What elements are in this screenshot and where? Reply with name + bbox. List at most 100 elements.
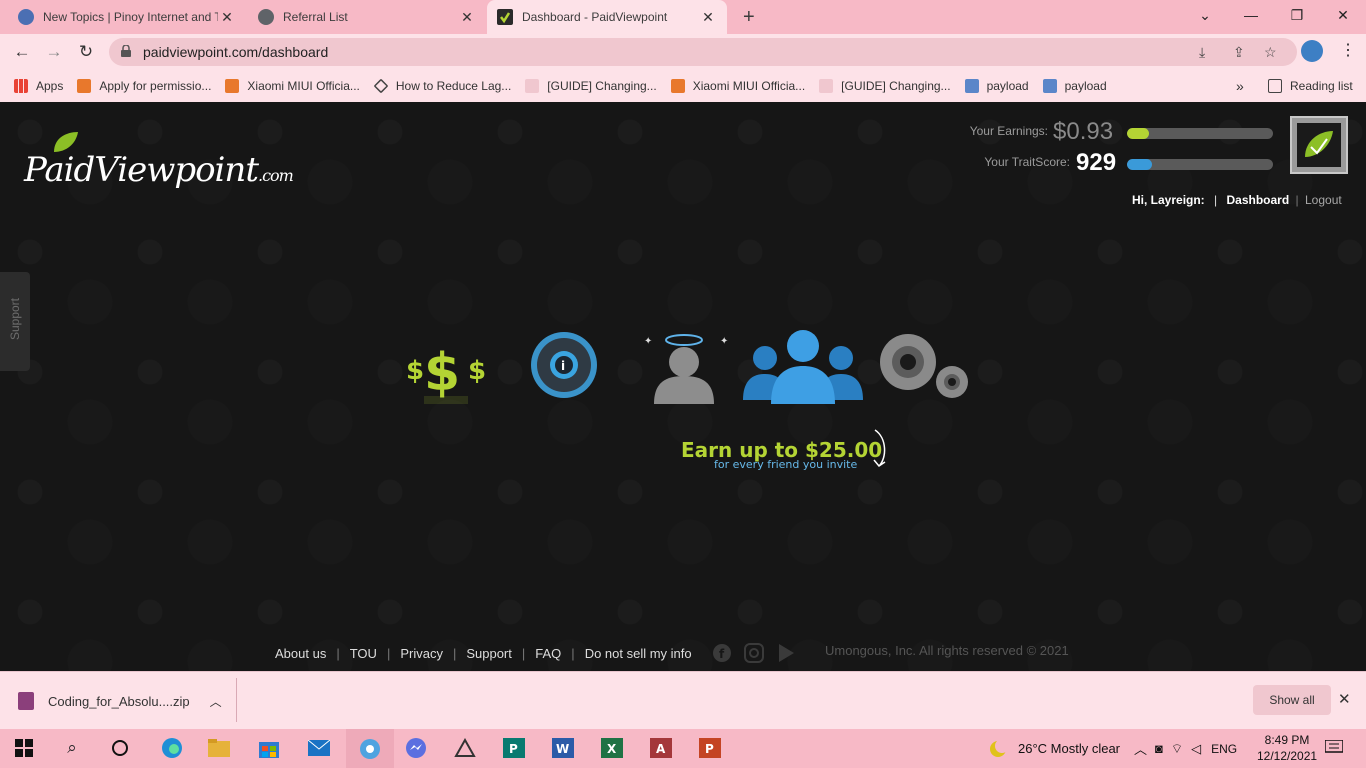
site-logo[interactable]: PaidViewpoint.com [24,132,294,212]
bookmark-label: Apply for permissio... [99,79,212,93]
edge-icon[interactable] [160,736,184,760]
new-tab-button[interactable]: + [733,0,763,34]
bookmark-star-icon[interactable]: ☆ [1264,44,1277,61]
instagram-icon[interactable] [743,643,764,663]
tab-pinoy-internet[interactable]: New Topics | Pinoy Internet and T ✕ [8,0,246,34]
logout-link[interactable]: Logout [1305,193,1342,207]
bookmark-label: payload [986,79,1029,93]
system-tray: 26°C Mostly clear ︿ ◙ ⌔ ◁ ENG [988,729,1237,768]
zip-file-icon [18,692,34,710]
footer-link-about[interactable]: About us [275,646,326,661]
dashboard-link[interactable]: Dashboard [1227,193,1290,207]
tab-referral-list[interactable]: Referral List ✕ [248,0,486,34]
speaker-icon[interactable]: ◁ [1191,741,1201,757]
messenger-icon[interactable] [404,736,428,760]
close-tab-icon[interactable]: ✕ [699,9,717,26]
publisher-icon[interactable]: P [502,736,526,760]
close-tab-icon[interactable]: ✕ [218,9,236,26]
footer-separator: | [336,645,340,661]
arrow-right-icon: → [45,42,63,61]
word-icon[interactable]: W [551,736,575,760]
back-button[interactable]: ← [6,36,38,68]
facebook-icon[interactable]: f [712,643,732,663]
close-window-button[interactable]: ✕ [1320,0,1366,30]
logo-text: PaidViewpoint [24,150,259,190]
bookmark-apps[interactable]: Apps [14,79,63,93]
referral-promo[interactable]: Earn up to $25.00 for every friend you i… [681,429,901,478]
tab-title: New Topics | Pinoy Internet and T [43,10,218,24]
user-avatar[interactable] [1290,116,1348,174]
chevron-up-icon[interactable]: ︿ [210,693,222,710]
profile-avatar[interactable] [1301,40,1323,62]
plus-icon: + [743,5,755,28]
menu-kebab-icon[interactable]: ⋮ [1340,40,1356,60]
traitscore-value: 929 [1076,149,1117,176]
chevron-up-icon[interactable]: ︿ [1134,739,1147,758]
app-icon[interactable] [453,736,477,760]
referral-group-icon[interactable] [743,328,863,408]
download-item[interactable]: Coding_for_Absolu....zip ︿ [18,692,222,710]
search-icon[interactable]: ⌕ [60,736,84,760]
close-download-bar-icon[interactable]: ✕ [1338,690,1351,708]
bookmark-label: [GUIDE] Changing... [547,79,657,93]
excel-icon[interactable]: X [600,736,624,760]
bookmarks-overflow-button[interactable]: » [1236,78,1244,94]
tab-dashboard[interactable]: Dashboard - PaidViewpoint ✕ [487,0,727,34]
restore-icon: ❐ [1290,6,1304,23]
camera-icon[interactable]: ◙ [1155,741,1163,756]
support-tab[interactable]: Support [0,272,30,371]
footer-link-tou[interactable]: TOU [350,646,377,661]
settings-gears-icon[interactable] [874,330,970,406]
mail-icon[interactable] [307,736,331,760]
restore-button[interactable]: ❐ [1274,0,1320,30]
show-all-button[interactable]: Show all [1253,685,1331,715]
footer-link-faq[interactable]: FAQ [535,646,561,661]
close-tab-icon[interactable]: ✕ [458,9,476,26]
start-button[interactable] [12,736,36,760]
clock[interactable]: 8:49 PM 12/12/2021 [1257,732,1317,764]
store-icon[interactable] [257,736,281,760]
bookmark-item[interactable]: [GUIDE] Changing... [525,79,657,93]
google-play-icon[interactable] [776,643,796,663]
access-icon[interactable]: A [649,736,673,760]
bookmark-item[interactable]: How to Reduce Lag... [373,78,511,94]
bookmark-label: payload [1064,79,1107,93]
language-indicator[interactable]: ENG [1211,742,1237,756]
install-app-icon[interactable]: ⤓ [1199,44,1205,61]
info-compass-icon[interactable]: i [529,330,601,404]
footer-link-support[interactable]: Support [466,646,512,661]
tab-search-button[interactable]: ⌄ [1182,0,1228,30]
cube-icon [964,79,979,93]
miui-icon [225,79,240,93]
angel-profile-icon[interactable]: ✦ ✦ [636,328,732,408]
forum-icon [525,79,540,93]
chrome-taskbar-icon[interactable] [346,729,394,768]
notifications-icon[interactable] [1322,736,1346,760]
bookmark-item[interactable]: Xiaomi MIUI Officia... [225,79,360,93]
chevron-down-icon: ⌄ [1199,6,1211,23]
bookmark-item[interactable]: Xiaomi MIUI Officia... [670,79,805,93]
traitscore-progress-fill [1127,159,1152,170]
address-bar[interactable]: paidviewpoint.com/dashboard ⤓ ⇪ ☆ [109,38,1297,66]
minimize-icon: — [1244,7,1258,23]
forward-button[interactable]: → [38,36,70,68]
svg-text:i: i [561,359,565,373]
tab-title: Referral List [283,10,348,24]
task-view-icon[interactable] [108,736,132,760]
reading-list-button[interactable]: Reading list [1268,79,1353,93]
footer-link-do-not-sell[interactable]: Do not sell my info [585,646,692,661]
bookmark-item[interactable]: [GUIDE] Changing... [819,79,951,93]
moon-weather-icon[interactable] [988,738,1008,759]
file-explorer-icon[interactable] [207,736,231,760]
reload-button[interactable]: ↻ [70,36,102,68]
bookmark-item[interactable]: payload [1042,79,1107,93]
bookmark-item[interactable]: Apply for permissio... [77,79,211,93]
share-icon[interactable]: ⇪ [1233,44,1245,61]
dollar-signs-icon[interactable]: $ $ $ [404,324,490,414]
footer-link-privacy[interactable]: Privacy [400,646,443,661]
powerpoint-icon[interactable]: P [698,736,722,760]
bookmark-item[interactable]: payload [964,79,1029,93]
wifi-icon[interactable]: ⌔ [1171,741,1183,757]
weather-text[interactable]: 26°C Mostly clear [1018,741,1120,756]
minimize-button[interactable]: — [1228,0,1274,30]
